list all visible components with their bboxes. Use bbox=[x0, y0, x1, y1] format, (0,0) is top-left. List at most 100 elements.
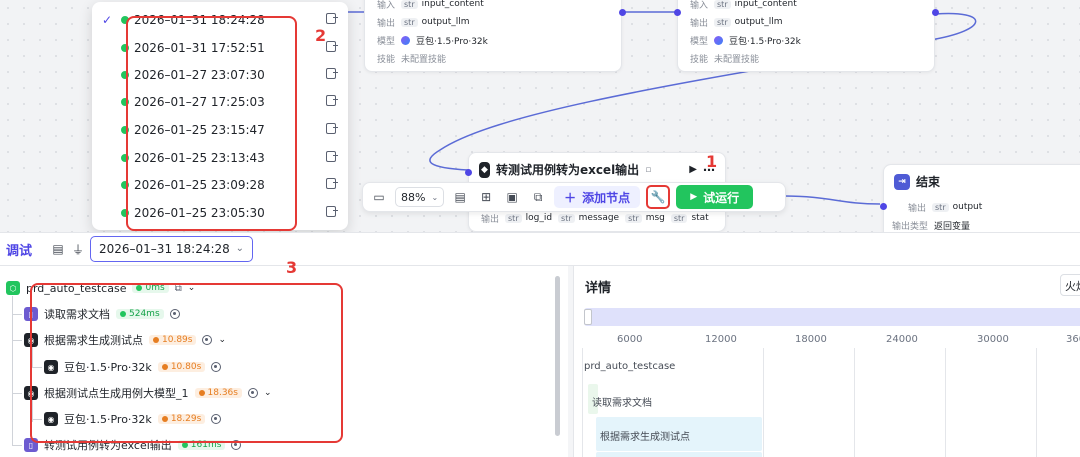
type-tag: str bbox=[714, 0, 731, 9]
output-port[interactable] bbox=[932, 9, 939, 16]
gantt-label: prd_auto_testcase bbox=[584, 361, 676, 372]
gantt-label: 读取需求文档 bbox=[592, 398, 652, 409]
input-label: 输入 bbox=[690, 0, 709, 11]
image-icon[interactable]: ▣ bbox=[502, 187, 522, 207]
llm-node-2[interactable]: 输入 str input_content 输出 str output_llm 模型 豆包·… bbox=[674, 0, 939, 72]
test-run-label: 试运行 bbox=[703, 190, 740, 205]
open-icon[interactable] bbox=[326, 95, 338, 106]
chevron-down-icon: ⌄ bbox=[235, 243, 244, 254]
debug-title: 调试 bbox=[6, 243, 33, 259]
trace-tree-panel: ⬡ prd_auto_testcase 0ms ⧉ ⌄ ▯ 读取需求文档 524… bbox=[0, 266, 568, 457]
type-tag: str bbox=[558, 213, 575, 223]
gantt-bar[interactable] bbox=[596, 452, 762, 457]
input-port[interactable] bbox=[465, 169, 472, 176]
skills-label: 技能 bbox=[377, 54, 396, 65]
output-value: msg bbox=[645, 213, 665, 223]
input-port[interactable] bbox=[880, 203, 887, 210]
model-label: 模型 bbox=[690, 36, 709, 47]
output-label: 输出 bbox=[908, 203, 927, 214]
layout-icon[interactable]: ⊞ bbox=[476, 187, 496, 207]
type-tag: str bbox=[670, 213, 688, 223]
filter-icon[interactable]: ⏚ bbox=[68, 239, 88, 259]
open-icon[interactable] bbox=[326, 13, 338, 24]
type-tag: str bbox=[505, 213, 522, 223]
annotation-label-2: 2 bbox=[315, 26, 327, 45]
model-value: 豆包·1.5·Pro·32k bbox=[729, 36, 801, 47]
minimap-icon[interactable]: ▭ bbox=[369, 187, 389, 207]
canvas-toolbar: ▭ 88% ⌄ ▤ ⊞ ▣ ⧉ ＋ 添加节点 🔧 ▶ 试运行 bbox=[362, 182, 786, 212]
debug-bar: 调试 ▤ ⏚ 2026–01–31 18:24:28 ⌄ bbox=[0, 232, 1080, 266]
skills-value: 未配置技能 bbox=[714, 54, 760, 65]
output-label: 输出 bbox=[690, 18, 709, 29]
timeline-tick: 12000 bbox=[705, 334, 737, 345]
code-icon: ◆ bbox=[479, 161, 490, 178]
end-icon: ⇥ bbox=[894, 173, 910, 190]
scrollbar[interactable] bbox=[555, 276, 560, 436]
output-value: output bbox=[952, 202, 983, 212]
skills-value: 未配置技能 bbox=[401, 54, 447, 65]
add-node-button[interactable]: ＋ 添加节点 bbox=[554, 186, 641, 208]
play-icon: ▶ bbox=[690, 192, 698, 202]
input-port[interactable] bbox=[674, 9, 681, 16]
open-icon[interactable] bbox=[326, 123, 338, 134]
check-icon: ✓ bbox=[102, 12, 113, 27]
open-icon[interactable] bbox=[326, 151, 338, 162]
type-tag: str bbox=[401, 0, 418, 9]
annotation-box-3 bbox=[30, 283, 343, 443]
skills-label: 技能 bbox=[690, 54, 709, 65]
doubao-logo-icon bbox=[714, 35, 724, 45]
timeline-tick: 360 bbox=[1066, 334, 1080, 345]
run-history-select[interactable]: 2026–01–31 18:24:28 ⌄ bbox=[90, 236, 253, 262]
output-value: output_llm bbox=[421, 17, 470, 27]
output-label: 输出 bbox=[377, 18, 396, 29]
comment-icon[interactable]: ▤ bbox=[450, 187, 470, 207]
add-node-label: 添加节点 bbox=[582, 190, 631, 205]
open-icon[interactable] bbox=[326, 178, 338, 189]
type-tag: str bbox=[932, 202, 949, 212]
annotation-label-3: 3 bbox=[286, 258, 298, 277]
output-label: 输出 bbox=[481, 214, 500, 225]
detail-panel: 详情 火焰 6000 12000 18000 24000 30000 360 p… bbox=[573, 266, 1080, 457]
range-handle[interactable] bbox=[584, 309, 592, 325]
llm-node-1[interactable]: 输入 str input_content 输出 str output_llm 模型 豆包·… bbox=[364, 0, 626, 72]
return-type-value: 返回变量 bbox=[934, 221, 971, 232]
gantt-label: 根据需求生成测试点 bbox=[600, 432, 690, 443]
model-label: 模型 bbox=[377, 36, 396, 47]
timeline-tick: 30000 bbox=[977, 334, 1009, 345]
input-value: input_content bbox=[421, 0, 484, 9]
annotation-label-1: 1 bbox=[706, 152, 718, 171]
output-value: message bbox=[578, 213, 620, 223]
output-port[interactable] bbox=[619, 9, 626, 16]
chevron-down-icon: ⌄ bbox=[431, 192, 439, 202]
annotation-box-2 bbox=[126, 16, 297, 231]
test-run-button[interactable]: ▶ 试运行 bbox=[676, 185, 754, 209]
node-title: 转测试用例转为excel输出 bbox=[495, 163, 640, 177]
output-value: log_id bbox=[525, 213, 553, 223]
wrench-icon[interactable]: 🔧 bbox=[646, 185, 671, 209]
end-node[interactable]: ⇥ 结束 输出 str output 输出类型 返回变量 bbox=[880, 164, 1080, 232]
node-title: 结束 bbox=[916, 175, 941, 189]
output-value: stat bbox=[691, 213, 709, 223]
type-tag: str bbox=[401, 17, 418, 27]
open-icon[interactable] bbox=[326, 41, 338, 52]
workflow-icon: ⬡ bbox=[6, 281, 20, 295]
zoom-value: 88% bbox=[401, 190, 426, 204]
plus-icon: ＋ bbox=[564, 190, 577, 205]
selected-run: 2026–01–31 18:24:28 bbox=[99, 242, 230, 256]
timeline-tick: 6000 bbox=[617, 334, 643, 345]
timeline-range-slider[interactable] bbox=[584, 308, 1080, 326]
type-tag: str bbox=[625, 213, 642, 223]
open-icon[interactable] bbox=[326, 206, 338, 217]
input-label: 输入 bbox=[377, 0, 396, 11]
model-value: 豆包·1.5·Pro·32k bbox=[416, 36, 488, 47]
play-icon[interactable]: ▶ bbox=[689, 164, 697, 175]
zoom-select[interactable]: 88% ⌄ bbox=[395, 187, 445, 207]
input-value: input_content bbox=[734, 0, 797, 9]
return-type-label: 输出类型 bbox=[892, 221, 929, 232]
type-tag: str bbox=[714, 17, 731, 27]
flame-graph-button[interactable]: 火焰 bbox=[1060, 274, 1080, 296]
export-icon[interactable]: ⧉ bbox=[528, 187, 548, 207]
open-icon[interactable] bbox=[326, 68, 338, 79]
timeline-tick: 18000 bbox=[795, 334, 827, 345]
table-icon[interactable]: ▤ bbox=[48, 239, 68, 259]
